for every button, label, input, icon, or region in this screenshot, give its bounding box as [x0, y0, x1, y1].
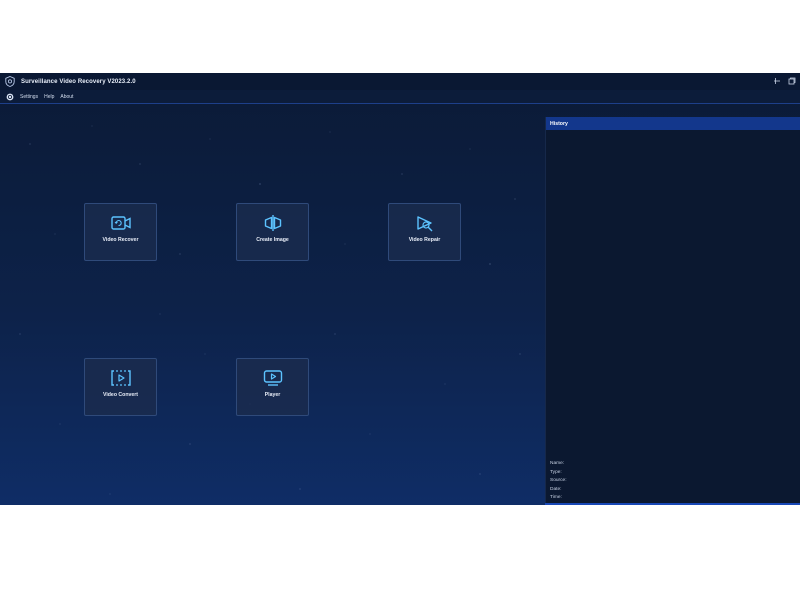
title-bar: Surveillance Video Recovery V2023.2.0 [0, 73, 800, 90]
status-accent-bar [545, 503, 800, 505]
minimize-icon[interactable] [773, 77, 781, 85]
video-recover-label: Video Recover [102, 237, 139, 243]
player-label: Player [264, 392, 281, 398]
create-image-label: Create Image [256, 237, 289, 243]
history-details: Name: Type: Source: Date: Time: [550, 460, 567, 503]
app-window: Surveillance Video Recovery V2023.2.0 Se… [0, 73, 800, 505]
menu-about[interactable]: About [60, 94, 73, 100]
window-title: Surveillance Video Recovery V2023.2.0 [21, 78, 136, 85]
history-source-label: Source: [550, 478, 567, 483]
video-repair-icon [416, 216, 432, 232]
video-repair-tile[interactable]: Video Repair [388, 203, 461, 261]
starfield-background [19, 125, 521, 495]
menu-bar: Settings Help About [0, 90, 800, 103]
video-recover-icon [110, 216, 131, 230]
menu-help[interactable]: Help [44, 94, 54, 100]
menu-logo-icon[interactable] [6, 93, 14, 101]
video-convert-tile[interactable]: Video Convert [84, 358, 157, 416]
history-header: History [546, 117, 800, 130]
restore-icon[interactable] [788, 77, 796, 85]
video-repair-label: Video Repair [408, 237, 441, 243]
create-image-icon [264, 215, 281, 231]
history-time-label: Time: [550, 495, 562, 500]
video-recover-tile[interactable]: Video Recover [84, 203, 157, 261]
history-type-label: Type: [550, 469, 562, 475]
player-tile[interactable]: Player [236, 358, 309, 416]
history-panel: History Name: Type: Source: Date: Time: [545, 117, 800, 503]
app-logo-icon [5, 76, 15, 87]
video-convert-icon [110, 370, 131, 386]
history-date-label: Date: [550, 486, 562, 492]
create-image-tile[interactable]: Create Image [236, 203, 309, 261]
player-icon [263, 370, 282, 386]
video-convert-label: Video Convert [102, 392, 139, 398]
history-name-label: Name: [550, 461, 565, 466]
menu-settings[interactable]: Settings [20, 94, 38, 100]
